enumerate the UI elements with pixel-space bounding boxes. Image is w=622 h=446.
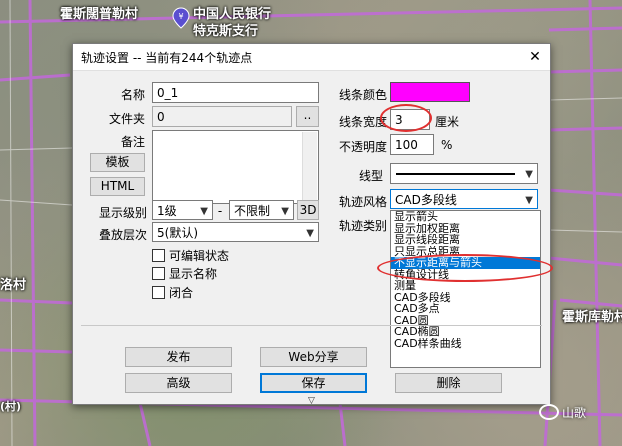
folder-browse-button[interactable]: .. xyxy=(296,106,319,127)
track-style-option[interactable]: CAD椭圆 xyxy=(391,326,540,338)
name-input[interactable]: 0_1 xyxy=(152,82,319,103)
line-type-label: 线型 xyxy=(358,169,383,183)
watermark-text: 山歌 xyxy=(562,406,587,420)
location-pin-icon[interactable]: ¥ xyxy=(172,7,190,29)
chevron-down-icon: ▼ xyxy=(306,228,314,239)
delete-button[interactable]: 删除 xyxy=(395,373,502,393)
display-level-label: 显示级别 xyxy=(98,206,147,220)
display-level-max-value: 不限制 xyxy=(234,204,271,218)
closed-checkbox-label: 闭合 xyxy=(169,286,194,300)
display-level-value: 1级 xyxy=(157,204,177,218)
svg-text:¥: ¥ xyxy=(178,12,183,21)
map-label-village-west: 洛村 xyxy=(0,278,27,293)
track-style-value: CAD多段线 xyxy=(395,193,457,207)
display-level-max-select[interactable]: 不限制 ▼ xyxy=(229,200,294,220)
note-textarea[interactable] xyxy=(152,130,319,204)
closed-checkbox[interactable]: 闭合 xyxy=(152,284,193,301)
web-share-button[interactable]: Web分享 xyxy=(260,347,367,367)
note-scrollbar[interactable] xyxy=(302,132,317,202)
annotation-circle-no-distance xyxy=(377,254,553,282)
editable-checkbox-label: 可编辑状态 xyxy=(169,249,230,263)
checkbox-box[interactable] xyxy=(152,286,165,299)
opacity-input[interactable]: 100 xyxy=(390,134,434,155)
map-label-village-east: 霍斯库勒村 xyxy=(562,310,622,325)
html-button[interactable]: HTML xyxy=(90,177,145,196)
template-button[interactable]: 模板 xyxy=(90,153,145,172)
line-color-swatch[interactable] xyxy=(390,82,470,102)
editable-checkbox[interactable]: 可编辑状态 xyxy=(152,247,229,264)
level-separator: - xyxy=(217,204,223,218)
checkbox-box[interactable] xyxy=(152,267,165,280)
track-style-option[interactable]: 显示加权距离 xyxy=(391,223,540,235)
display-level-select[interactable]: 1级 ▼ xyxy=(152,200,213,220)
chevron-down-icon: ▼ xyxy=(525,169,533,180)
show-name-checkbox[interactable]: 显示名称 xyxy=(152,265,217,282)
track-style-select[interactable]: CAD多段线 ▼ xyxy=(390,189,538,209)
folder-label: 文件夹 xyxy=(108,112,145,126)
chevron-down-icon: ▼ xyxy=(525,195,533,206)
map-label-village: 霍斯闊普勒村 xyxy=(60,7,139,22)
chevron-down-icon: ▼ xyxy=(200,206,208,217)
track-style-option[interactable]: CAD多点 xyxy=(391,303,540,315)
opacity-label: 不透明度 xyxy=(338,140,387,154)
annotation-circle-line-width xyxy=(380,104,432,132)
solid-line-preview xyxy=(396,173,515,175)
track-style-option[interactable]: 显示箭头 xyxy=(391,211,540,223)
advanced-button[interactable]: 高级 xyxy=(125,373,232,393)
checkbox-box[interactable] xyxy=(152,249,165,262)
map-label-village-sw: (村) xyxy=(0,400,22,413)
wechat-icon xyxy=(539,404,559,420)
layer-value: 5(默认) xyxy=(157,226,198,240)
track-type-label: 轨迹类别 xyxy=(338,219,387,233)
map-label-branch: 特克斯支行 xyxy=(193,24,259,39)
layer-label: 叠放层次 xyxy=(98,228,147,242)
track-style-option[interactable]: CAD多段线 xyxy=(391,292,540,304)
layer-select[interactable]: 5(默认) ▼ xyxy=(152,222,319,242)
track-style-option[interactable]: CAD样条曲线 xyxy=(391,338,540,350)
track-settings-dialog: 轨迹设置 -- 当前有244个轨迹点 ✕ 名称 0_1 文件夹 0 .. 备注 … xyxy=(72,43,551,406)
line-width-label: 线条宽度 xyxy=(338,115,387,129)
3d-button[interactable]: 3D xyxy=(297,200,319,220)
dialog-title: 轨迹设置 -- 当前有244个轨迹点 xyxy=(81,51,253,65)
track-style-label: 轨迹风格 xyxy=(338,195,387,209)
track-style-option[interactable]: 显示线段距离 xyxy=(391,234,540,246)
track-style-dropdown[interactable]: 显示箭头 显示加权距离 显示线段距离 只显示总距离 不显示距离与箭头 转角设计线 测量 CAD… xyxy=(390,210,541,368)
name-label: 名称 xyxy=(120,88,145,102)
divider xyxy=(81,325,542,326)
close-icon[interactable]: ✕ xyxy=(520,44,550,70)
chevron-down-icon: ▼ xyxy=(281,206,289,217)
expand-chevron-icon[interactable]: ▽ xyxy=(308,396,315,406)
note-label: 备注 xyxy=(120,135,145,149)
dialog-titlebar[interactable]: 轨迹设置 -- 当前有244个轨迹点 ✕ xyxy=(73,44,550,71)
show-name-checkbox-label: 显示名称 xyxy=(169,267,218,281)
line-color-label: 线条颜色 xyxy=(338,88,387,102)
publish-button[interactable]: 发布 xyxy=(125,347,232,367)
opacity-unit: % xyxy=(441,138,453,152)
watermark: 山歌 xyxy=(539,404,586,421)
save-button[interactable]: 保存 xyxy=(260,373,367,393)
line-width-unit: 厘米 xyxy=(435,115,460,129)
line-type-select[interactable]: ▼ xyxy=(390,163,538,184)
folder-input[interactable]: 0 xyxy=(152,106,292,127)
